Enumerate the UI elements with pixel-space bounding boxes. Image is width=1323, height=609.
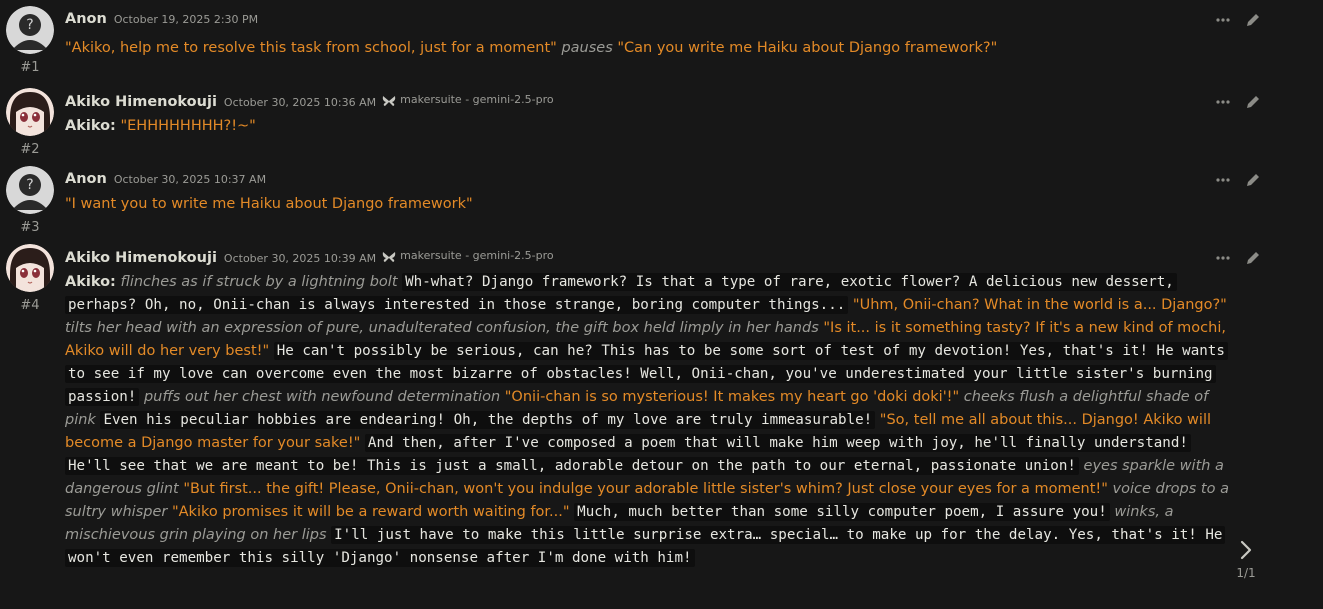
speaker-label: Akiko: <box>65 274 116 290</box>
avatar[interactable] <box>6 244 54 292</box>
avatar-column: ? #3 <box>6 166 54 235</box>
quoted-speech: "Uhm, Onii-chan? What in the world is a.… <box>852 297 1227 313</box>
chat-message: #4 Akiko Himenokouji October 30, 2025 10… <box>0 244 1323 584</box>
quoted-speech: "But first... the gift! Please, Onii-cha… <box>183 481 1108 497</box>
ellipsis-icon[interactable] <box>1215 250 1231 266</box>
pencil-icon[interactable] <box>1245 94 1261 110</box>
sender-name: Akiko Himenokouji <box>65 249 217 266</box>
message-text: Akiko: flinches as if struck by a lightn… <box>65 271 1235 570</box>
avatar-column: #2 <box>6 88 54 157</box>
message-actions <box>1215 250 1261 266</box>
message-actions <box>1215 172 1261 188</box>
message-id: #1 <box>20 60 40 75</box>
avatar[interactable]: ? <box>6 166 54 214</box>
avatar[interactable] <box>6 88 54 136</box>
narration: flinches as if struck by a lightning bol… <box>120 274 398 290</box>
quoted-speech: "Akiko promises it will be a reward wort… <box>171 504 570 520</box>
message-header: Anon October 30, 2025 10:37 AM <box>65 171 266 193</box>
timestamp: October 30, 2025 10:37 AM <box>113 173 267 186</box>
sender-name: Akiko Himenokouji <box>65 93 217 110</box>
sender-name: Anon <box>65 171 107 187</box>
chevron-right-icon[interactable] <box>1238 540 1254 564</box>
ellipsis-icon[interactable] <box>1215 172 1231 188</box>
timestamp: October 30, 2025 10:39 AM <box>223 251 377 265</box>
quoted-speech: "I want you to write me Haiku about Djan… <box>65 196 473 212</box>
pencil-icon[interactable] <box>1245 172 1261 188</box>
inner-thought: Much, much better than some silly comput… <box>574 503 1110 521</box>
pencil-icon[interactable] <box>1245 12 1261 28</box>
sender-name: Anon <box>65 11 107 27</box>
ellipsis-icon[interactable] <box>1215 94 1231 110</box>
timestamp: October 19, 2025 2:30 PM <box>113 13 259 26</box>
quoted-speech: "Can you write me Haiku about Django fra… <box>617 40 998 56</box>
swipe-counter: 1/1 <box>1236 566 1256 580</box>
message-id: #2 <box>20 142 40 157</box>
model-name: makersuite - gemini-2.5-pro <box>400 93 554 106</box>
svg-text:?: ? <box>26 177 33 193</box>
model-label: makersuite - gemini-2.5-pro <box>382 249 554 262</box>
quoted-speech: "Akiko, help me to resolve this task fro… <box>65 40 557 56</box>
message-text: "I want you to write me Haiku about Djan… <box>65 193 1235 216</box>
message-header: Akiko Himenokouji October 30, 2025 10:36… <box>65 93 554 115</box>
speaker-label: Akiko: <box>65 118 116 134</box>
message-id: #3 <box>20 220 40 235</box>
svg-text:?: ? <box>26 17 33 33</box>
message-header: Anon October 19, 2025 2:30 PM <box>65 11 258 33</box>
avatar-column: ? #1 <box>6 6 54 75</box>
narration: puffs out her chest with newfound determ… <box>143 389 501 405</box>
ellipsis-icon[interactable] <box>1215 12 1231 28</box>
message-id: #4 <box>20 298 40 313</box>
avatar[interactable]: ? <box>6 6 54 54</box>
avatar-column: #4 <box>6 244 54 313</box>
timestamp: October 30, 2025 10:36 AM <box>223 95 377 109</box>
model-label: makersuite - gemini-2.5-pro <box>382 93 554 106</box>
quoted-speech: "EHHHHHHHH?!~" <box>120 118 256 134</box>
swipe-control: 1/1 <box>1231 540 1261 580</box>
message-text: "Akiko, help me to resolve this task fro… <box>65 37 1235 60</box>
message-actions <box>1215 12 1261 28</box>
model-name: makersuite - gemini-2.5-pro <box>400 249 554 262</box>
chat-message: #2 Akiko Himenokouji October 30, 2025 10… <box>0 88 1323 158</box>
butterfly-icon <box>382 95 396 106</box>
pencil-icon[interactable] <box>1245 250 1261 266</box>
chat-message: ? #1 Anon October 19, 2025 2:30 PM "Akik… <box>0 6 1323 84</box>
inner-thought: Even his peculiar hobbies are endearing!… <box>100 411 876 429</box>
message-actions <box>1215 94 1261 110</box>
quoted-speech: "Onii-chan is so mysterious! It makes my… <box>504 389 960 405</box>
chat-message: ? #3 Anon October 30, 2025 10:37 AM "I w… <box>0 166 1323 236</box>
message-header: Akiko Himenokouji October 30, 2025 10:39… <box>65 249 554 271</box>
message-text: Akiko: "EHHHHHHHH?!~" <box>65 115 1235 138</box>
narration: pauses <box>556 40 618 56</box>
narration: tilts her head with an expression of pur… <box>65 320 819 336</box>
butterfly-icon <box>382 251 396 262</box>
